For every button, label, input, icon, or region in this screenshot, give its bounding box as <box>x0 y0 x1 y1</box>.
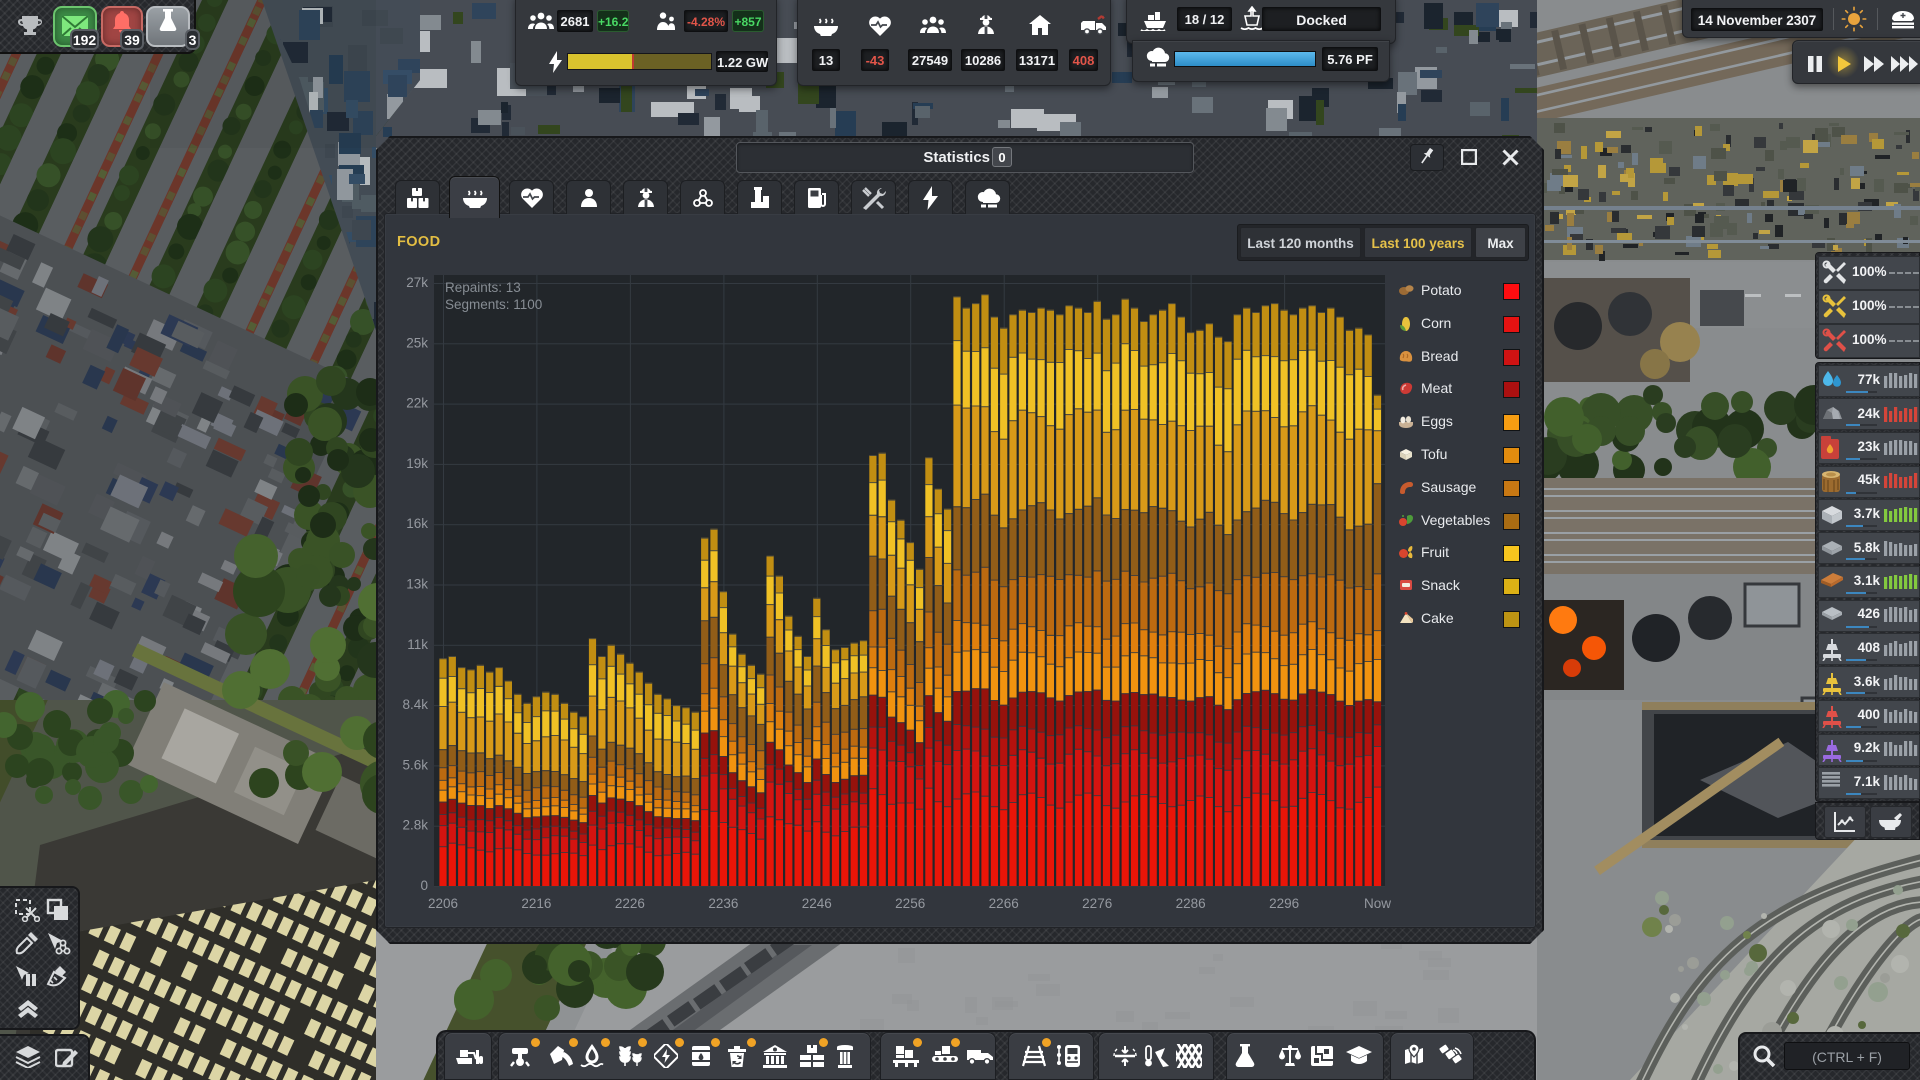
svg-text:Segments: 1100: Segments: 1100 <box>445 297 542 312</box>
svg-text:2286: 2286 <box>1176 896 1206 911</box>
svg-text:5.6k: 5.6k <box>402 757 428 772</box>
svg-text:16k: 16k <box>406 516 428 531</box>
svg-text:2236: 2236 <box>708 896 738 911</box>
svg-text:19k: 19k <box>406 456 428 471</box>
svg-text:8.4k: 8.4k <box>402 697 428 712</box>
svg-text:22k: 22k <box>406 396 428 411</box>
svg-text:2226: 2226 <box>615 896 645 911</box>
svg-text:2246: 2246 <box>802 896 832 911</box>
svg-text:2206: 2206 <box>428 896 458 911</box>
svg-text:2276: 2276 <box>1082 896 1112 911</box>
svg-text:2266: 2266 <box>989 896 1019 911</box>
svg-text:2256: 2256 <box>895 896 925 911</box>
svg-text:Now: Now <box>1364 896 1391 911</box>
svg-text:Repaints: 13: Repaints: 13 <box>445 280 521 295</box>
svg-text:27k: 27k <box>406 275 428 290</box>
svg-text:2.8k: 2.8k <box>402 818 428 833</box>
svg-text:2296: 2296 <box>1269 896 1299 911</box>
svg-text:25k: 25k <box>406 335 428 350</box>
svg-text:0: 0 <box>420 878 428 893</box>
svg-text:11k: 11k <box>407 637 428 652</box>
svg-text:13k: 13k <box>406 577 428 592</box>
svg-text:2216: 2216 <box>521 896 551 911</box>
